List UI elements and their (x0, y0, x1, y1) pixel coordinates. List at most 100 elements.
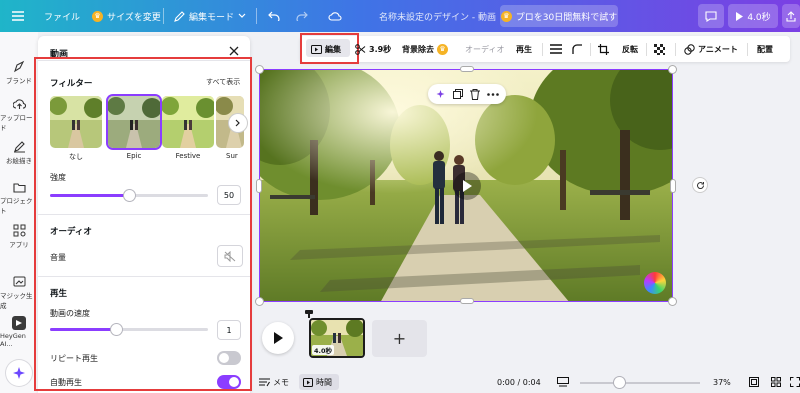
filter-scroll-next-button[interactable] (229, 114, 247, 132)
pencil-icon (174, 10, 185, 22)
file-menu-button[interactable]: ファイル (44, 0, 80, 32)
magic-assistant-button[interactable] (6, 360, 32, 386)
menu-button[interactable] (12, 0, 24, 32)
magic-edit-icon[interactable] (435, 89, 446, 100)
resize-handle-br[interactable] (669, 298, 676, 305)
canvas-play-button[interactable] (453, 172, 481, 200)
resize-label: サイズを変更 (107, 12, 161, 23)
intensity-slider-handle[interactable] (123, 190, 135, 201)
filter-thumb-none[interactable] (50, 96, 102, 148)
rail-item-magic-media[interactable]: マジック生成 (0, 275, 38, 310)
arrange-label: 配置 (757, 44, 773, 54)
video-speed-slider[interactable] (50, 324, 208, 335)
crown-icon: ♛ (500, 10, 512, 22)
delete-icon[interactable] (469, 88, 480, 100)
autoplay-toggle[interactable] (217, 375, 241, 389)
crop-button[interactable] (598, 36, 609, 62)
resize-handle-bottom[interactable] (461, 299, 473, 303)
border-style-button[interactable] (550, 36, 562, 62)
more-options-icon[interactable] (486, 92, 499, 96)
sparkle-icon (13, 367, 25, 379)
resize-button[interactable]: ♛ サイズを変更 (92, 0, 161, 32)
edit-mode-dropdown[interactable]: 編集モード (174, 0, 246, 32)
crop-icon (598, 43, 609, 55)
video-speed-value-field[interactable]: 1 (217, 320, 241, 340)
notes-button[interactable]: メモ (259, 375, 289, 389)
document-title[interactable]: 名称未設定のデザイン - 動画 (379, 0, 496, 32)
timeline-play-button[interactable] (262, 322, 294, 354)
comment-button[interactable] (698, 4, 724, 28)
rail-item-apps[interactable]: アプリ (0, 224, 38, 249)
undo-button[interactable] (268, 0, 280, 32)
animate-button[interactable]: アニメート (684, 36, 738, 62)
mute-button[interactable] (217, 245, 243, 267)
flip-button[interactable]: 反転 (622, 36, 638, 62)
fit-page-icon (749, 377, 759, 387)
chevron-down-icon (238, 13, 246, 18)
rail-item-brand[interactable]: ブランド (0, 60, 38, 85)
apps-icon (13, 224, 25, 237)
corner-rounding-button[interactable] (572, 36, 582, 62)
rail-item-heygen[interactable]: HeyGen AI... (0, 316, 38, 348)
upload-icon (12, 99, 26, 109)
filter-label-none: なし (69, 153, 83, 161)
grid-view-button[interactable] (771, 375, 781, 389)
rail-item-projects[interactable]: プロジェクト (0, 182, 38, 215)
notes-icon (259, 378, 270, 387)
resize-handle-tr[interactable] (669, 66, 676, 73)
resize-handle-top[interactable] (461, 67, 473, 71)
try-pro-button[interactable]: ♛ プロを30日間無料で試す (500, 5, 618, 27)
playhead-line (308, 312, 310, 318)
resize-handle-tl[interactable] (256, 66, 263, 73)
fullscreen-button[interactable] (790, 375, 800, 389)
video-speed-slider-fill (50, 328, 117, 331)
add-clip-button[interactable]: + (372, 320, 427, 357)
video-speed-slider-handle[interactable] (110, 324, 122, 335)
playback-button[interactable]: 再生 (516, 36, 532, 62)
close-panel-button[interactable] (227, 44, 241, 58)
zoom-percent-display[interactable]: 37% (713, 375, 731, 389)
audio-button[interactable]: オーディオ (465, 36, 504, 62)
resize-handle-bl[interactable] (256, 298, 263, 305)
autoplay-label: 自動再生 (50, 378, 82, 387)
rail-item-upload[interactable]: アップロード (0, 98, 38, 132)
animate-label: アニメート (698, 44, 738, 54)
duplicate-icon[interactable] (453, 89, 464, 99)
trim-button[interactable]: 3.9秒 (355, 36, 391, 62)
filter-label-festive: Festive (175, 152, 201, 160)
intensity-slider[interactable] (50, 190, 208, 201)
resize-handle-right[interactable] (671, 180, 675, 192)
resize-handle-left[interactable] (257, 180, 261, 192)
share-button[interactable] (782, 4, 800, 28)
zoom-percent-text: 37% (713, 377, 731, 387)
page-view-button[interactable] (557, 375, 569, 389)
transparency-button[interactable] (654, 36, 665, 62)
intensity-value-field[interactable]: 50 (217, 185, 241, 205)
toolbar-divider (590, 43, 591, 56)
see-all-filters-link[interactable]: すべて表示 (206, 77, 240, 87)
rail-item-label: アプリ (9, 241, 29, 249)
timeline-toggle-button[interactable]: 時間 (303, 375, 332, 389)
filter-thumb-festive[interactable] (162, 96, 214, 148)
play-preview-button[interactable]: 4.0秒 (728, 4, 778, 28)
zoom-slider[interactable] (580, 382, 700, 384)
toolbar-divider (542, 43, 543, 56)
cloud-save-status[interactable] (328, 0, 342, 32)
comment-icon (705, 10, 717, 22)
filter-label-sur: Sur (226, 152, 238, 160)
rail-item-draw[interactable]: お絵描き (0, 140, 38, 165)
draw-icon (13, 141, 25, 153)
rotate-icon (696, 181, 704, 189)
redo-button[interactable] (296, 0, 308, 32)
fit-page-button[interactable] (749, 375, 759, 389)
arrange-button[interactable]: 配置 (757, 36, 773, 62)
undo-icon (268, 11, 280, 21)
repeat-toggle[interactable] (217, 351, 241, 365)
zoom-slider-handle[interactable] (614, 377, 626, 388)
rotate-button[interactable] (693, 178, 707, 192)
filter-thumb-epic[interactable] (108, 96, 160, 148)
park-thumbnail-image (108, 96, 160, 148)
brand-icon (13, 60, 24, 73)
edit-video-button[interactable]: 編集 (311, 36, 341, 62)
remove-background-button[interactable]: 背景除去 ♛ (402, 36, 448, 62)
